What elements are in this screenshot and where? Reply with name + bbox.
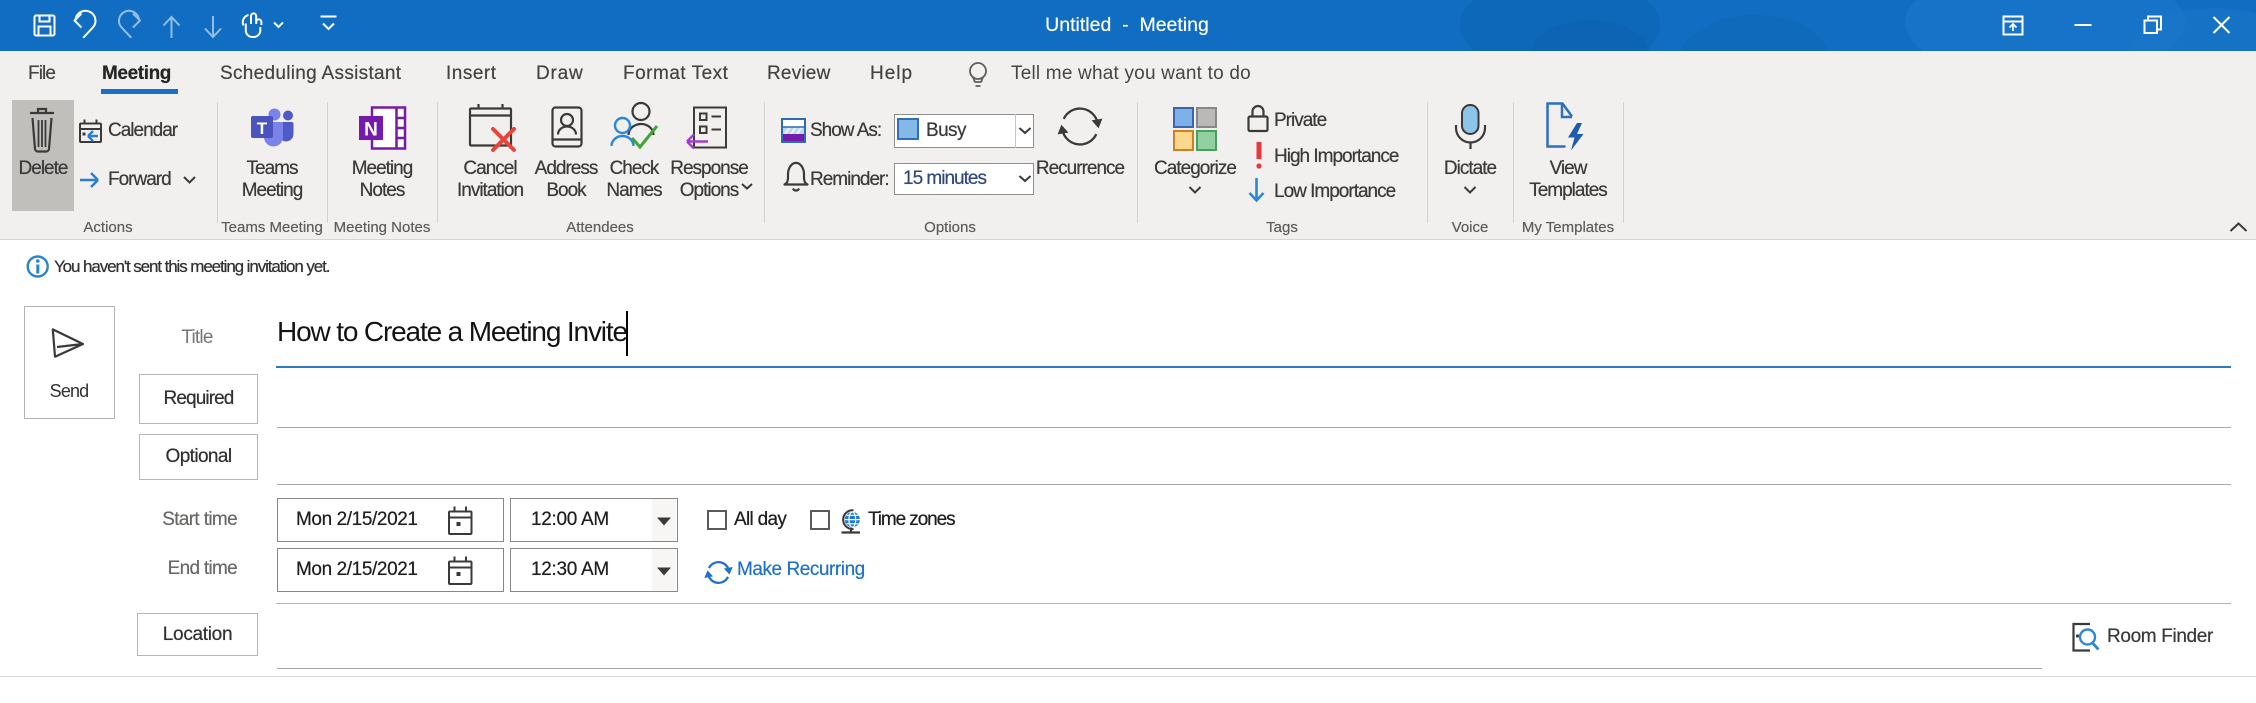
svg-text:T: T [257, 119, 268, 138]
svg-text:N: N [364, 120, 378, 141]
